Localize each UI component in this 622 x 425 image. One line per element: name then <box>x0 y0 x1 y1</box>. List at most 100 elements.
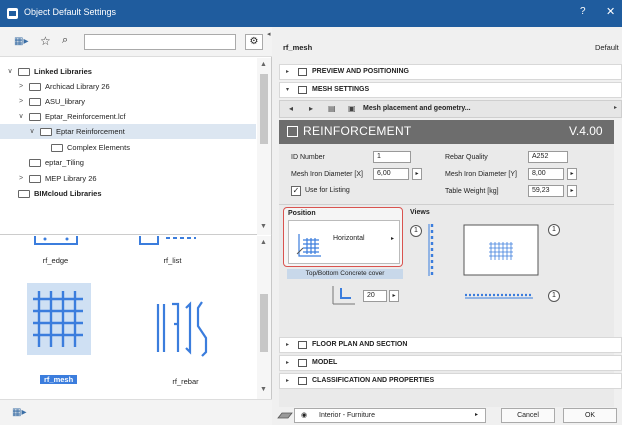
plan-view-diagram <box>463 224 539 276</box>
folder-icon <box>51 144 63 152</box>
tree-item-label: Archicad Library 26 <box>45 82 110 91</box>
folder-icon <box>29 159 41 167</box>
table-weight-dropdown[interactable]: ▸ <box>567 185 577 197</box>
view-side-button[interactable]: 1 <box>410 225 422 237</box>
rf-mesh-thumbnail[interactable] <box>27 283 91 355</box>
settings-gear-icon[interactable]: ⚙ <box>245 34 263 50</box>
chevron-down-icon[interactable]: ∨ <box>6 64 14 79</box>
section-label: PREVIEW AND POSITIONING <box>312 68 409 75</box>
position-selector[interactable]: Horizontal ▸ <box>288 220 400 264</box>
view-plan-button[interactable]: 1 <box>548 224 560 236</box>
tree-item[interactable]: Complex Elements <box>0 140 256 155</box>
horizontal-mesh-icon <box>296 234 321 257</box>
mesh-settings-icon <box>298 86 307 94</box>
scroll-down-icon[interactable]: ▼ <box>260 223 267 230</box>
layer-selector[interactable]: ◉ Interior - Furniture ▸ <box>294 408 486 423</box>
tree-item[interactable]: > MEP Library 26 <box>0 171 256 186</box>
search-input[interactable] <box>84 34 236 50</box>
scroll-up-icon[interactable]: ▲ <box>260 61 267 68</box>
use-listing-checkbox[interactable]: ✓ <box>291 186 301 196</box>
archicad-app-icon <box>7 8 18 19</box>
use-listing-label: Use for Listing <box>305 187 350 194</box>
chevron-right-icon[interactable]: > <box>17 79 25 94</box>
section-floor-plan[interactable]: ▸ FLOOR PLAN AND SECTION <box>279 337 622 353</box>
next-page-icon[interactable]: ▸ <box>309 104 313 113</box>
section-classification[interactable]: ▸ CLASSIFICATION AND PROPERTIES <box>279 373 622 389</box>
gallery-scroll-thumb[interactable] <box>260 294 268 352</box>
tree-item-label: Linked Libraries <box>34 67 92 76</box>
tree-scroll-thumb[interactable] <box>260 74 268 144</box>
subpage-selector[interactable]: ◂ ▸ ▤ ▣ Mesh placement and geometry... ▸ <box>279 100 622 118</box>
rf-list-thumbnail[interactable] <box>138 236 198 245</box>
tree-item-label: Eptar_Reinforcement.lcf <box>45 112 126 121</box>
scroll-down-icon[interactable]: ▼ <box>260 386 267 393</box>
close-button[interactable]: ✕ <box>606 5 615 18</box>
collapse-left-icon[interactable]: ◂ <box>267 30 271 38</box>
rf-edge-thumbnail[interactable] <box>33 236 79 245</box>
mesh-x-dropdown[interactable]: ▸ <box>412 168 422 180</box>
classification-icon <box>298 377 307 385</box>
model-icon <box>298 359 307 367</box>
mesh-y-field[interactable]: 8,00 <box>528 168 564 180</box>
views-label: Views <box>410 209 430 216</box>
tree-item-label: BIMcloud Libraries <box>34 189 102 198</box>
tree-scrollbar[interactable]: ▲ ▼ <box>257 58 271 235</box>
front-view-diagram <box>465 293 533 299</box>
library-view-icon[interactable]: ▦▸ <box>14 36 32 49</box>
expand-arrow-icon: ▸ <box>286 360 290 366</box>
help-button[interactable]: ? <box>580 6 586 17</box>
tree-item[interactable]: > ASU_library <box>0 94 256 109</box>
section-mesh-settings[interactable]: ▾ MESH SETTINGS <box>279 82 622 98</box>
scroll-up-icon[interactable]: ▲ <box>260 239 267 246</box>
favorites-star-icon[interactable]: ☆ <box>40 34 51 48</box>
search-icon[interactable]: ⌕ <box>62 34 68 47</box>
ok-button[interactable]: OK <box>563 408 617 423</box>
tree-item[interactable]: eptar_Tiling <box>0 155 256 170</box>
position-label: Position <box>288 210 316 217</box>
prev-page-icon[interactable]: ◂ <box>289 104 293 113</box>
expand-arrow-icon: ▸ <box>286 342 290 348</box>
gallery-label-rf-mesh: rf_mesh <box>40 375 78 384</box>
mesh-y-label: Mesh Iron Diameter [Y] <box>445 171 517 178</box>
chevron-down-icon[interactable]: ∨ <box>17 109 25 124</box>
mesh-y-dropdown[interactable]: ▸ <box>567 168 577 180</box>
cover-dropdown[interactable]: ▸ <box>389 290 399 302</box>
gallery-scrollbar[interactable]: ▲ ▼ <box>257 236 271 399</box>
cancel-button[interactable]: Cancel <box>501 408 555 423</box>
position-value: Horizontal <box>333 235 365 242</box>
rf-rebar-thumbnail[interactable] <box>154 294 218 358</box>
mesh-x-field[interactable]: 6,00 <box>373 168 409 180</box>
tree-item[interactable]: ∨ Eptar_Reinforcement.lcf <box>0 109 256 124</box>
folder-icon <box>29 175 41 183</box>
section-label: FLOOR PLAN AND SECTION <box>312 341 408 348</box>
window-title: Object Default Settings <box>24 7 117 17</box>
subpage-label: Mesh placement and geometry... <box>363 105 471 112</box>
chevron-down-icon[interactable]: ∨ <box>28 124 36 139</box>
section-preview-positioning[interactable]: ▸ PREVIEW AND POSITIONING <box>279 64 622 80</box>
subpage-arrow-icon[interactable]: ▸ <box>614 104 617 111</box>
section-label: MODEL <box>312 359 338 366</box>
layer-value: Interior - Furniture <box>319 412 376 419</box>
tree-item[interactable]: ∨ Eptar Reinforcement <box>0 124 256 139</box>
cover-diagram-icon <box>332 286 355 305</box>
rebar-quality-field[interactable]: A252 <box>528 151 568 163</box>
tree-item[interactable]: > Archicad Library 26 <box>0 79 256 94</box>
settings-pane: ◂ rf_mesh Default ▸ PREVIEW AND POSITION… <box>267 27 622 425</box>
folder-icon <box>29 98 41 106</box>
reinforcement-logo-icon <box>287 126 298 137</box>
collapse-arrow-icon: ▾ <box>286 87 290 93</box>
chevron-right-icon[interactable]: > <box>17 94 25 109</box>
tree-item[interactable]: ∨ Linked Libraries <box>0 64 256 79</box>
page-tree-icon[interactable]: ▤ <box>328 104 336 113</box>
library-tree: ∨ Linked Libraries > Archicad Library 26 > AS… <box>0 58 272 235</box>
position-group: Position Horizontal ▸ <box>283 207 403 267</box>
view-front-button[interactable]: 1 <box>548 290 560 302</box>
table-weight-field[interactable]: 59,23 <box>528 185 564 197</box>
library-manager-icon[interactable]: ▦▸ <box>12 407 26 418</box>
section-model[interactable]: ▸ MODEL <box>279 355 622 371</box>
cover-field[interactable]: 20 <box>363 290 387 302</box>
id-field[interactable]: 1 <box>373 151 411 163</box>
chevron-right-icon[interactable]: > <box>17 171 25 186</box>
tree-item[interactable]: BIMcloud Libraries <box>0 186 256 201</box>
expand-arrow-icon: ▸ <box>286 69 290 75</box>
